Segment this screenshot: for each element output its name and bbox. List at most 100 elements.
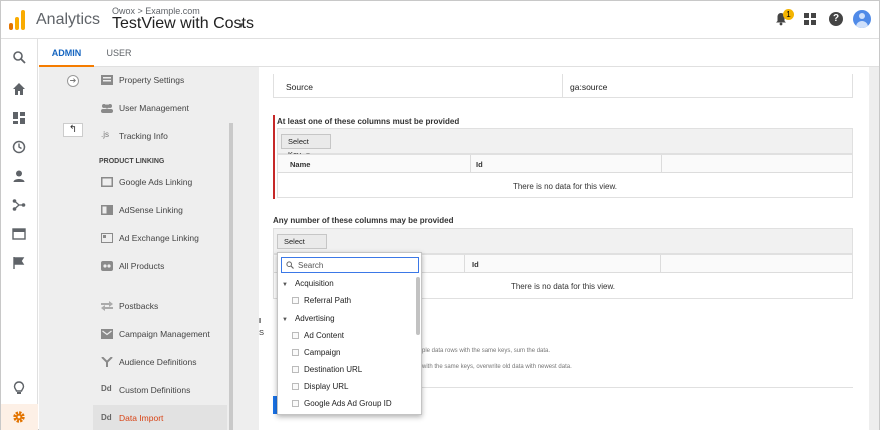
admin-tabs: ADMIN USER: [39, 39, 879, 67]
arrow-right-icon[interactable]: ➔: [67, 75, 79, 87]
sidebar-item-all-products[interactable]: All Products: [93, 254, 227, 278]
acquisition-icon[interactable]: [12, 198, 26, 212]
sidebar-item-tracking-info[interactable]: .js Tracking Info: [93, 124, 227, 148]
top-bar: Analytics Owox > Example.com TestView wi…: [1, 1, 879, 39]
column-header-id: Id: [472, 260, 479, 269]
analytics-logo[interactable]: [9, 10, 27, 30]
checkbox[interactable]: [292, 400, 299, 407]
sidebar-item-property-settings[interactable]: Property Settings: [93, 68, 227, 92]
campaign-icon: [101, 329, 113, 339]
search-input[interactable]: [298, 259, 414, 271]
property-settings-icon: [101, 75, 113, 85]
select-key-button[interactable]: Select Key▼: [281, 134, 331, 159]
option-referral-path[interactable]: Referral Path: [292, 295, 351, 307]
checkbox[interactable]: [292, 297, 299, 304]
sidebar-item-label: Custom Definitions: [119, 385, 191, 395]
option-display-url[interactable]: Display URL: [292, 381, 348, 393]
ads-link-icon: [101, 177, 113, 187]
option-campaign[interactable]: Campaign: [292, 347, 340, 359]
sidebar-item-label: Google Ads Linking: [119, 177, 193, 187]
option-destination-url[interactable]: Destination URL: [292, 364, 362, 376]
behavior-icon[interactable]: [12, 227, 26, 241]
sidebar-item-data-import[interactable]: Dd Data Import: [93, 405, 227, 430]
group-acquisition[interactable]: ▼ Acquisition: [282, 279, 334, 288]
option-label: Destination URL: [304, 365, 363, 374]
sidebar-item-label: User Management: [119, 103, 189, 113]
nav-section-product-linking: PRODUCT LINKING: [99, 158, 165, 165]
view-selector[interactable]: TestView with Costs: [112, 15, 254, 33]
sidebar-item-audience-definitions[interactable]: Audience Definitions: [93, 350, 227, 374]
option-label: Ad Content: [304, 331, 345, 340]
dropdown-scrollbar[interactable]: [416, 277, 420, 335]
source-id-cell: ga:source: [570, 82, 608, 92]
sidebar-item-user-management[interactable]: User Management: [93, 96, 227, 120]
sidebar-item-ad-exchange-linking[interactable]: Ad Exchange Linking: [93, 226, 227, 250]
group-label: Advertising: [294, 314, 335, 323]
sidebar-item-label: All Products: [119, 261, 165, 271]
js-icon: .js: [101, 130, 109, 139]
help-icon[interactable]: ?: [829, 12, 843, 26]
sidebar-item-label: Audience Definitions: [119, 357, 197, 367]
checkbox[interactable]: [292, 332, 299, 339]
nav-scrollbar[interactable]: [229, 123, 233, 430]
option-label: Referral Path: [304, 296, 352, 305]
option-label: Display URL: [304, 382, 349, 391]
sidebar-item-campaign-management[interactable]: Campaign Management: [93, 322, 227, 346]
tab-user[interactable]: USER: [101, 39, 137, 67]
optional-columns-title: Any number of these columns may be provi…: [273, 216, 454, 225]
apps-grid-icon[interactable]: [804, 13, 816, 25]
source-row: Source ga:source: [273, 74, 853, 98]
customization-icon[interactable]: [12, 111, 26, 125]
flag-icon[interactable]: [12, 256, 26, 270]
checkbox[interactable]: [292, 349, 299, 356]
tab-admin[interactable]: ADMIN: [39, 39, 94, 67]
chevron-down-icon[interactable]: ▼: [237, 21, 245, 30]
checkbox[interactable]: [292, 366, 299, 373]
select-key-button[interactable]: Select Key▼: [277, 234, 327, 259]
option-label: Campaign: [304, 348, 341, 357]
app-name: Analytics: [36, 11, 101, 28]
column-divider: [470, 155, 471, 173]
option-google-ads-ad-group-id[interactable]: Google Ads Ad Group ID: [292, 398, 392, 410]
source-name-cell: Source: [286, 82, 313, 92]
import-behavior-heading: I: [259, 316, 262, 325]
sidebar-item-label: Property Settings: [119, 75, 185, 85]
dd-icon: Dd: [101, 413, 112, 422]
search-icon[interactable]: [12, 50, 26, 64]
option-ad-content[interactable]: Ad Content: [292, 330, 344, 342]
all-products-icon: [101, 261, 113, 271]
required-columns-title: At least one of these columns must be pr…: [277, 117, 460, 126]
sidebar-item-postbacks[interactable]: Postbacks: [93, 294, 227, 318]
group-advertising[interactable]: ▼ Advertising: [282, 314, 335, 323]
empty-table-message: There is no data for this view.: [512, 182, 618, 191]
column-divider: [464, 255, 465, 273]
home-icon[interactable]: [12, 82, 26, 96]
search-icon: [286, 261, 294, 269]
avatar[interactable]: [853, 10, 871, 28]
back-arrow-icon[interactable]: ↰: [63, 123, 83, 137]
gear-icon[interactable]: [12, 410, 26, 424]
sidebar-item-label: AdSense Linking: [119, 205, 183, 215]
required-columns-table: Name Id There is no data for this view.: [277, 154, 853, 198]
search-field: [281, 257, 419, 273]
sidebar-item-label: Postbacks: [119, 301, 159, 311]
group-label: Acquisition: [294, 279, 334, 288]
checkbox[interactable]: [292, 383, 299, 390]
column-divider: [562, 74, 563, 98]
sidebar-item-label: Ad Exchange Linking: [119, 233, 199, 243]
clock-icon[interactable]: [12, 140, 26, 154]
required-key-bar: [277, 128, 853, 154]
column-header-id: Id: [476, 160, 483, 169]
chevron-down-icon: ▼: [282, 282, 288, 288]
lightbulb-icon[interactable]: [12, 381, 26, 395]
import-option-overwrite-text: with the same keys, overwrite old data w…: [422, 364, 572, 370]
sidebar-item-label: Tracking Info: [119, 131, 168, 141]
sidebar-item-adsense-linking[interactable]: AdSense Linking: [93, 198, 227, 222]
dd-icon: Dd: [101, 384, 112, 393]
person-icon[interactable]: [12, 169, 26, 183]
optional-key-bar: [273, 228, 853, 254]
ad-exchange-icon: [101, 233, 113, 243]
sidebar-item-google-ads-linking[interactable]: Google Ads Linking: [93, 170, 227, 194]
sidebar-item-custom-definitions[interactable]: Dd Custom Definitions: [93, 378, 227, 402]
required-indicator: [273, 115, 275, 199]
